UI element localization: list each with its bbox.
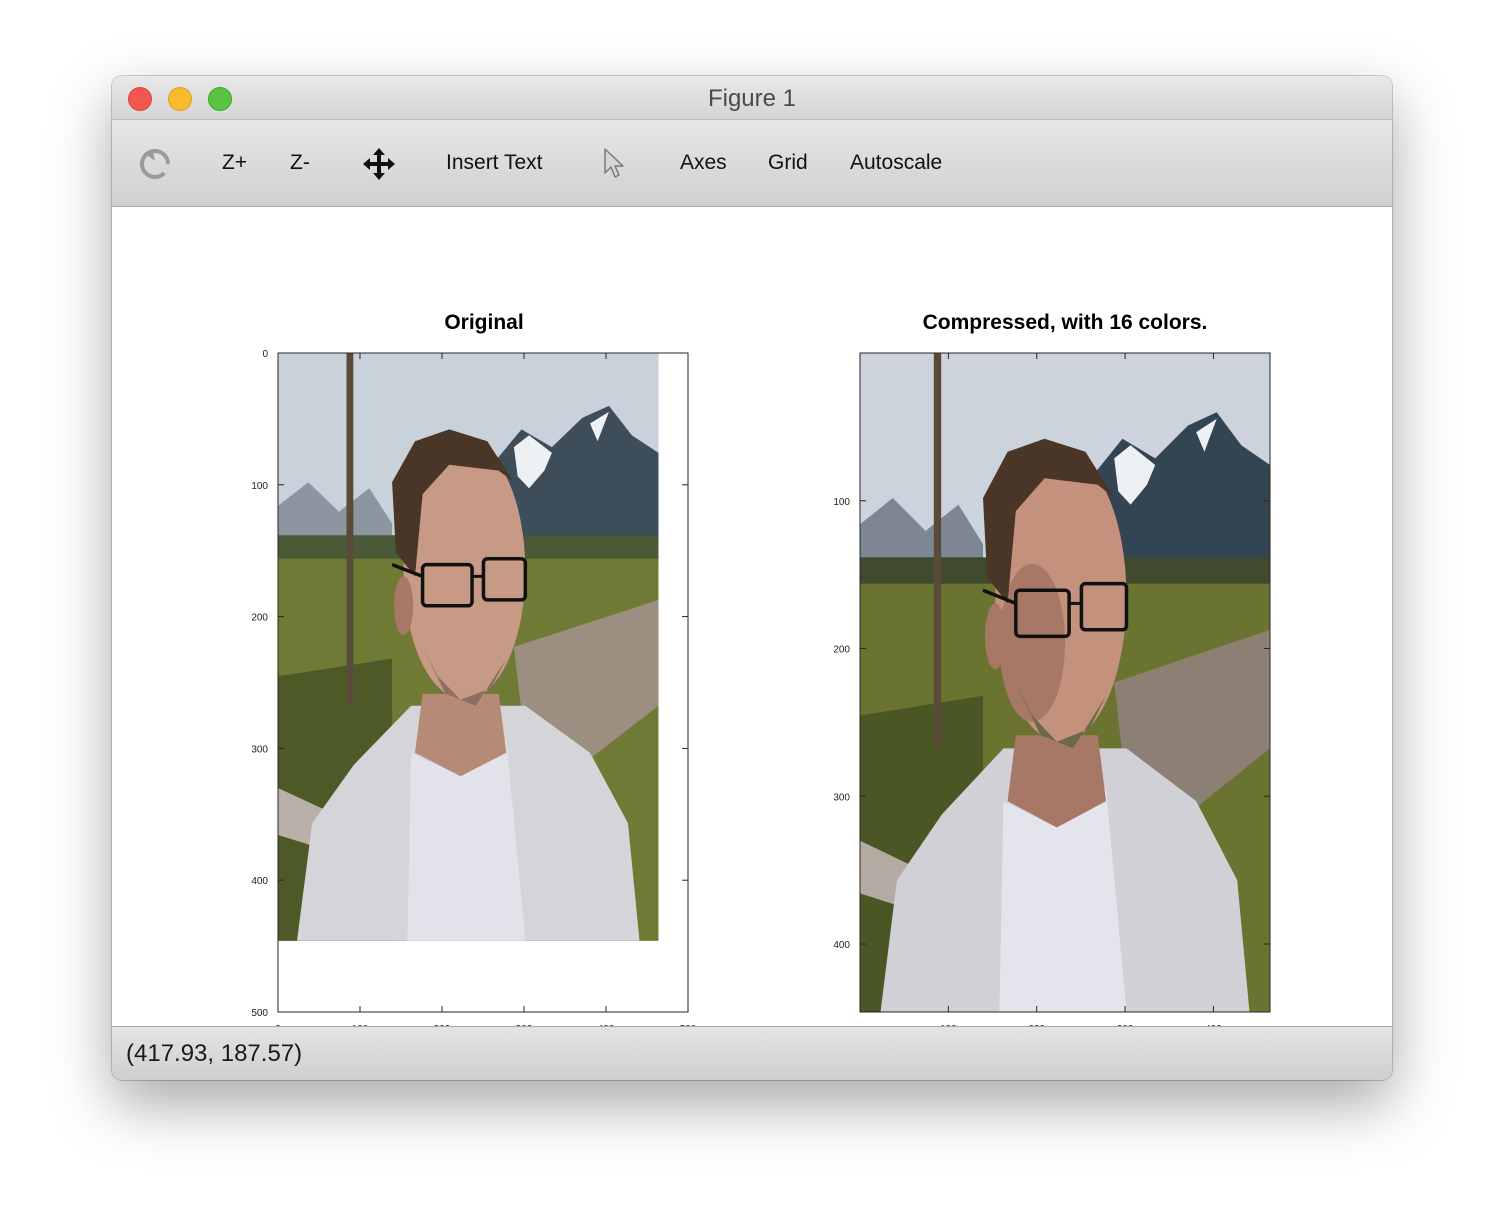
y-tick-label: 200 [833,645,850,656]
toolbar: Z+ Z- Insert Text Axes Grid Autoscale [112,120,1392,207]
zoom-in-button[interactable]: Z+ [222,120,247,206]
bare-tree [346,353,354,706]
y-tick-label: 300 [833,792,850,803]
compressed-plot-title: Compressed, with 16 colors. [923,311,1208,334]
face-shadow [999,563,1065,723]
y-tick-label: 500 [251,1008,268,1019]
compressed-photo [860,353,1270,1012]
ear [985,603,1006,670]
y-tick-label: 100 [833,497,850,508]
y-tick-label: 400 [251,876,268,887]
window-title: Figure 1 [707,85,797,112]
figure-plots: Original 0100200300400500010020030040050… [251,311,1271,1035]
original-plot-title: Original [444,311,523,334]
rotate-icon[interactable] [138,147,172,181]
y-tick-label: 100 [251,481,268,492]
autoscale-button[interactable]: Autoscale [850,120,942,206]
y-tick-label: 0 [262,349,268,360]
axes-button[interactable]: Axes [680,120,727,206]
y-tick-label: 300 [251,744,268,755]
pointer-icon[interactable] [602,147,628,181]
insert-text-button[interactable]: Insert Text [446,120,543,206]
bare-tree [933,353,942,749]
y-tick-label: 400 [833,940,850,951]
y-tick-label: 200 [251,613,268,624]
plot-canvas[interactable]: Original 0100200300400500010020030040050… [112,207,1392,1035]
status-bar: (417.93, 187.57) [112,1026,1392,1080]
cursor-coordinates: (417.93, 187.57) [126,1040,303,1067]
pan-arrows-icon[interactable] [362,147,396,181]
grid-button[interactable]: Grid [768,120,808,206]
title-bar: Figure 1 [112,76,1392,120]
zoom-out-button[interactable]: Z- [290,120,310,206]
figure-window: Figure 1 Z+ Z- Insert Text Axes Grid Aut… [112,76,1392,1080]
original-photo [278,353,659,941]
ear [394,576,414,636]
